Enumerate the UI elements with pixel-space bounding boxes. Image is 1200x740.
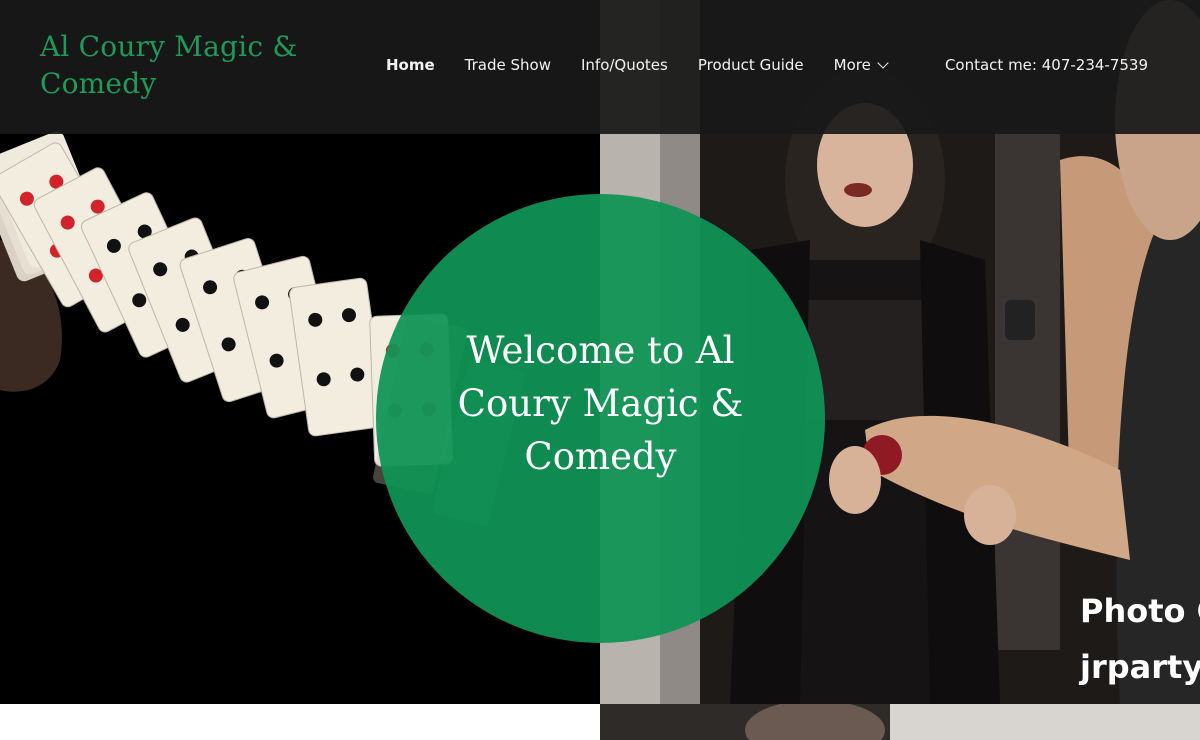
contact-phone[interactable]: Contact me: 407-234-7539 (945, 56, 1148, 74)
photo-credit-line-2: jrpartys (1080, 648, 1200, 686)
nav-more-label: More (833, 56, 871, 74)
photo-credit-line-1: Photo C (1080, 592, 1200, 630)
chevron-down-icon (877, 57, 889, 69)
section-image (600, 704, 1200, 740)
site-header: Al Coury Magic & Comedy Home Trade Show … (0, 0, 1200, 134)
nav-more[interactable]: More (833, 56, 889, 74)
content-section-left (0, 704, 600, 740)
main-nav: Home Trade Show Info/Quotes Product Guid… (386, 56, 889, 74)
content-section-photo (600, 704, 1200, 740)
nav-trade-show[interactable]: Trade Show (465, 56, 551, 74)
nav-info-quotes[interactable]: Info/Quotes (581, 56, 668, 74)
welcome-circle: Welcome to Al Coury Magic & Comedy (376, 194, 825, 643)
nav-product-guide[interactable]: Product Guide (698, 56, 804, 74)
site-logo[interactable]: Al Coury Magic & Comedy (40, 28, 340, 102)
hero-headline: Welcome to Al Coury Magic & Comedy (457, 329, 744, 478)
nav-home[interactable]: Home (386, 56, 435, 74)
